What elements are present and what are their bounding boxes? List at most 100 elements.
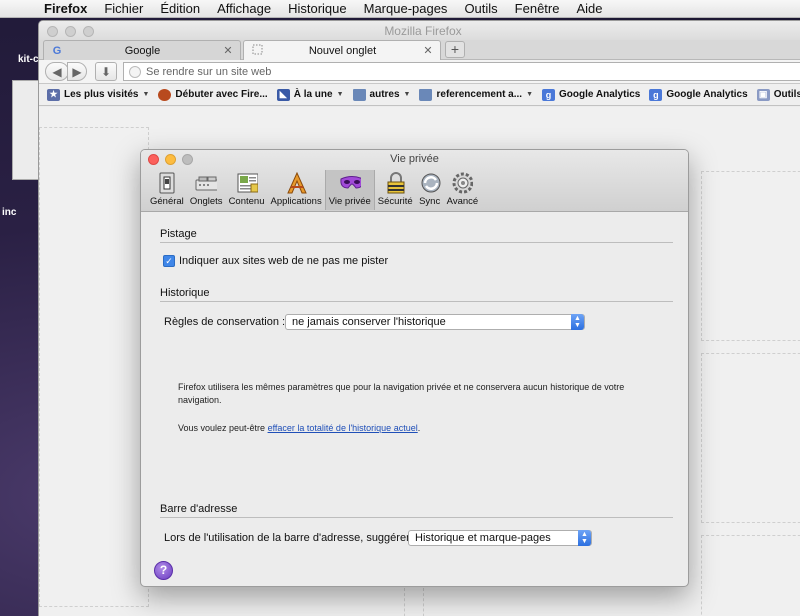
navigation-bar: ◀ ▶ ⬇ Se rendre sur un site web [39,60,800,84]
pref-tab-contenu[interactable]: Contenu [226,170,268,210]
bookmark-label: autres [369,89,400,100]
pref-tab-label: Sync [419,196,441,207]
tile-placeholder[interactable] [39,127,149,607]
tab-bar: G Google ✕ Nouvel onglet ✕ + [39,40,800,60]
do-not-track-checkbox[interactable]: ✓ [163,255,175,267]
folder-icon [352,88,366,101]
menu-historique[interactable]: Historique [288,1,347,16]
preferences-body: Pistage ✓ Indiquer aux sites web de ne p… [141,212,688,586]
pref-tab-applications[interactable]: Applications [267,170,324,210]
history-rules-label: Règles de conservation : [164,316,286,328]
pref-tab-onglets[interactable]: Onglets [187,170,226,210]
forward-button[interactable]: ▶ [67,62,87,81]
bookmark-autres[interactable]: autres ▼ [352,88,410,101]
pref-tab-sync[interactable]: Sync [416,170,444,210]
pref-tab-securite[interactable]: Sécurité [375,170,416,210]
bookmark-label: Débuter avec Fire... [175,89,268,100]
sync-icon [419,172,441,194]
bookmark-label: Google Analytics [559,89,641,100]
desktop-label[interactable]: kit-c [18,54,39,65]
bookmark-google-analytics[interactable]: g Google Analytics [542,88,641,101]
new-tab-button[interactable]: + [445,41,465,58]
clear-history-link[interactable]: effacer la totalité de l'historique actu… [268,423,418,433]
menu-outils[interactable]: Outils [464,1,497,16]
address-suggest-value: Historique et marque-pages [415,532,551,544]
mask-icon [339,172,361,194]
pref-tab-label: Sécurité [377,196,413,207]
blank-page-icon [250,44,264,58]
rss-icon: ◣ [276,88,290,101]
bookmarks-toolbar: ★ Les plus visités ▼ Débuter avec Fire..… [39,84,800,106]
pref-tab-label: Contenu [228,196,265,207]
google-icon: g [649,88,663,101]
bookmark-a-la-une[interactable]: ◣ À la une ▼ [276,88,344,101]
tile-placeholder[interactable] [701,171,800,341]
window-title: Mozilla Firefox [384,24,462,38]
lock-icon [384,172,406,194]
content-icon [236,172,258,194]
download-icon: ⬇ [100,64,112,79]
pref-tab-label: Applications [270,196,322,207]
tool-icon: ▣ [756,88,770,101]
switch-icon [156,172,178,194]
help-button[interactable]: ? [154,561,173,580]
menu-fichier[interactable]: Fichier [104,1,143,16]
history-rules-select[interactable]: ne jamais conserver l'historique ▲ ▼ [285,314,585,330]
forward-arrow-icon: ▶ [72,64,82,79]
bookmark-label: Outils pour les [773,89,800,100]
bookmark-label: Les plus visités [64,89,139,100]
bookmark-label: referencement a... [436,89,523,100]
tab-label: Google [124,44,161,57]
globe-icon [129,65,141,78]
folder-icon [419,88,433,101]
menu-affichage[interactable]: Affichage [217,1,271,16]
section-heading-barre-adresse: Barre d'adresse [160,503,673,518]
bookmark-google-analytics[interactable]: g Google Analytics [649,88,748,101]
url-placeholder: Se rendre sur un site web [146,65,272,78]
close-icon[interactable]: ✕ [421,44,435,57]
pref-tab-general[interactable]: Général [147,170,187,210]
section-heading-historique: Historique [160,287,673,302]
pref-tab-label: Général [150,196,184,207]
do-not-track-row: ✓ Indiquer aux sites web de ne pas me pi… [163,255,388,267]
downloads-button[interactable]: ⬇ [95,62,117,81]
menu-edition[interactable]: Édition [160,1,200,16]
bookmark-label: Google Analytics [666,89,748,100]
pref-tab-label: Vie privée [328,196,371,207]
tab-label: Nouvel onglet [308,44,377,57]
clear-history-prefix: Vous voulez peut-être [178,423,268,433]
bookmark-les-plus-visites[interactable]: ★ Les plus visités ▼ [47,88,150,101]
back-button[interactable]: ◀ [45,62,69,81]
pref-tab-vie-privee[interactable]: Vie privée [324,170,375,210]
pref-tab-avance[interactable]: Avancé [444,170,482,210]
window-titlebar[interactable]: Mozilla Firefox [39,21,800,40]
address-suggest-select[interactable]: Historique et marque-pages ▲ ▼ [408,530,592,546]
select-arrows-icon: ▲ ▼ [578,530,591,546]
tab-nouvel-onglet[interactable]: Nouvel onglet ✕ [243,40,441,60]
url-bar[interactable]: Se rendre sur un site web [123,62,800,81]
pref-tab-label: Avancé [446,196,479,207]
menu-app-firefox[interactable]: Firefox [44,1,87,16]
tile-placeholder[interactable] [701,353,800,523]
bookmark-referencement[interactable]: referencement a... ▼ [419,88,534,101]
tile-placeholder[interactable] [701,535,800,616]
menu-aide[interactable]: Aide [576,1,602,16]
back-arrow-icon: ◀ [52,64,62,79]
chevron-down-icon: ▼ [526,91,534,98]
menu-bar: Firefox Fichier Édition Affichage Histor… [0,0,800,18]
do-not-track-label[interactable]: Indiquer aux sites web de ne pas me pist… [179,255,388,267]
bookmark-outils[interactable]: ▣ Outils pour les [756,88,800,101]
google-icon: g [542,88,556,101]
menu-fenetre[interactable]: Fenêtre [515,1,560,16]
folder-star-icon: ★ [47,88,60,101]
close-icon[interactable]: ✕ [221,44,235,57]
history-rules-value: ne jamais conserver l'historique [292,316,446,328]
tabs-icon [195,172,218,194]
gear-icon [451,172,474,194]
menu-marque-pages[interactable]: Marque-pages [364,1,448,16]
bookmark-debuter-avec-firefox[interactable]: Débuter avec Fire... [158,88,268,101]
desktop-label[interactable]: inc [2,207,16,218]
chevron-down-icon: ▼ [142,91,150,98]
tab-google[interactable]: G Google ✕ [43,40,241,60]
select-arrows-icon: ▲ ▼ [571,314,584,330]
